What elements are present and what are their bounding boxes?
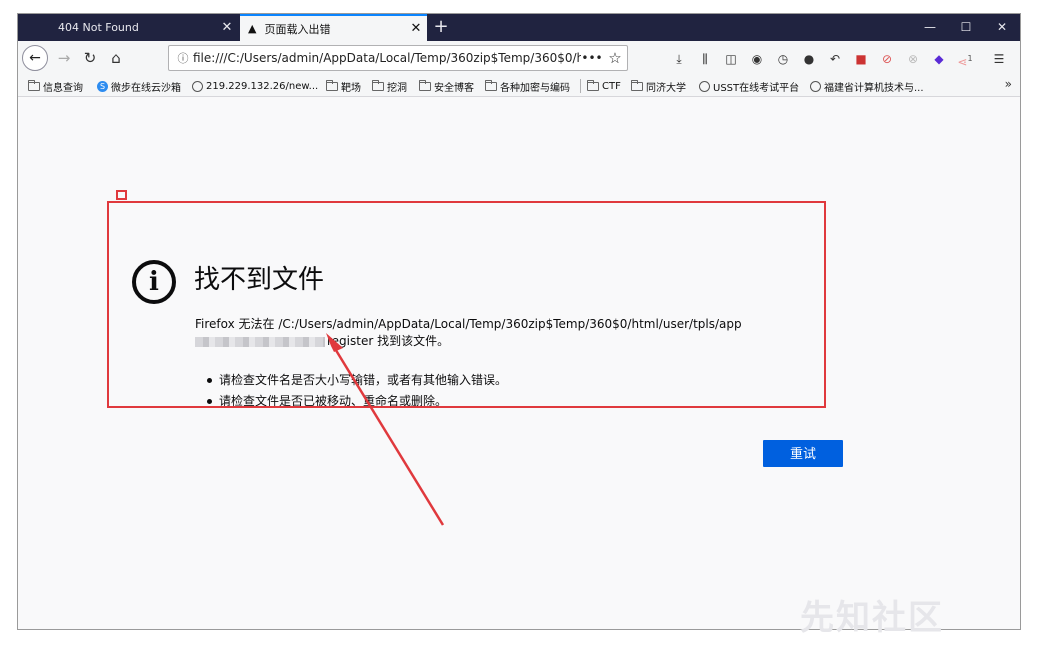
back-arrow-icon: ← <box>22 45 48 71</box>
bookmark-item[interactable]: 福建省计算机技术与... <box>810 78 924 94</box>
bookmark-separator <box>580 79 581 93</box>
tab-page-load-error[interactable]: ▲ 页面载入出错 ✕ <box>240 14 427 41</box>
bookmark-label: 挖洞 <box>387 82 407 94</box>
bookmark-item[interactable]: 各种加密与编码 <box>485 78 570 94</box>
bookmark-label: 微步在线云沙箱 <box>111 82 181 94</box>
close-window-button[interactable]: ✕ <box>984 14 1020 41</box>
folder-icon <box>419 79 431 91</box>
globe-icon <box>699 80 710 92</box>
warning-icon: ▲ <box>248 22 257 35</box>
share-icon[interactable]: ⋖1 <box>956 50 974 69</box>
blocker-icon[interactable]: ⊘ <box>878 50 896 68</box>
history-icon[interactable]: ◷ <box>774 50 792 68</box>
chat-icon[interactable]: ● <box>800 50 818 68</box>
bookmark-item[interactable]: CTF <box>587 78 621 94</box>
folder-icon <box>372 79 384 91</box>
badge-count: 1 <box>967 54 973 63</box>
bookmark-item[interactable]: 靶场 <box>326 78 361 94</box>
bookmark-label: CTF <box>602 80 621 92</box>
disabled-extension-icon[interactable]: ⊗ <box>904 50 922 68</box>
bookmark-label: 各种加密与编码 <box>500 82 570 94</box>
bookmark-item[interactable]: USST在线考试平台 <box>699 78 799 94</box>
site-info-icon[interactable]: ⓘ <box>173 50 193 66</box>
url-text[interactable]: file:///C:/Users/admin/AppData/Local/Tem… <box>193 51 581 65</box>
forward-button[interactable]: → <box>50 45 78 71</box>
globe-icon <box>192 80 203 92</box>
tab-label: 404 Not Found <box>58 21 139 34</box>
bookmark-label: 靶场 <box>341 82 361 94</box>
bookmark-star-icon[interactable]: ☆ <box>603 49 627 67</box>
list-item: 请检查文件是否已被移动、重命名或删除。 <box>205 391 507 412</box>
bookmark-label: USST在线考试平台 <box>713 82 800 94</box>
account-icon[interactable]: ◉ <box>748 50 766 68</box>
globe-icon <box>810 80 821 92</box>
bookmark-item[interactable]: 信息查询 <box>28 78 83 94</box>
list-item: 请检查文件名是否大小写输错，或者有其他输入错误。 <box>205 370 507 391</box>
bookmarks-bar: 信息查询 S 微步在线云沙箱 219.229.132.26/new... 靶场 挖… <box>18 75 1020 97</box>
folder-icon <box>631 79 643 91</box>
url-bar[interactable]: ⓘ file:///C:/Users/admin/AppData/Local/T… <box>168 45 628 71</box>
watermark: 先知社区 <box>800 598 944 638</box>
retry-button[interactable]: 重试 <box>763 440 843 467</box>
maximize-button[interactable]: ☐ <box>948 14 984 41</box>
reload-button[interactable]: ↻ <box>76 45 104 71</box>
extension-gear-icon[interactable]: ■ <box>852 50 870 68</box>
new-tab-button[interactable]: + <box>430 16 452 38</box>
bookmark-item[interactable]: S 微步在线云沙箱 <box>97 78 181 94</box>
close-icon[interactable]: ✕ <box>405 21 427 36</box>
bookmark-item[interactable]: 安全博客 <box>419 78 474 94</box>
sidebar-icon[interactable]: ◫ <box>722 50 740 68</box>
bookmark-item[interactable]: 挖洞 <box>372 78 407 94</box>
folder-icon <box>326 79 338 91</box>
error-description: Firefox 无法在 /C:/Users/admin/AppData/Loca… <box>195 316 742 350</box>
site-logo-icon: S <box>97 80 108 92</box>
redacted-text <box>195 336 325 347</box>
info-icon: i <box>132 260 176 304</box>
bookmark-label: 福建省计算机技术与... <box>824 82 924 94</box>
bookmark-item[interactable]: 219.229.132.26/new... <box>192 78 318 94</box>
bookmark-label: 安全博客 <box>434 82 474 94</box>
error-title: 找不到文件 <box>194 265 325 295</box>
folder-icon <box>28 79 40 91</box>
error-page <box>18 98 1020 629</box>
bookmark-item[interactable]: 同济大学 <box>631 78 686 94</box>
bookmarks-overflow-chevron-icon[interactable]: » <box>1005 77 1012 91</box>
home-button[interactable]: ⌂ <box>102 45 130 71</box>
menu-icon[interactable]: ☰ <box>990 50 1008 68</box>
download-icon[interactable]: ⤓ <box>670 50 688 68</box>
undo-icon[interactable]: ↶ <box>826 50 844 68</box>
layers-icon[interactable]: ◆ <box>930 50 948 68</box>
minimize-button[interactable]: — <box>912 14 948 41</box>
tab-label: 页面载入出错 <box>264 22 331 36</box>
folder-icon <box>485 79 497 91</box>
navigation-bar: ← → ↻ ⌂ ⓘ file:///C:/Users/admin/AppData… <box>18 41 1020 75</box>
error-suggestions: 请检查文件名是否大小写输错，或者有其他输入错误。 请检查文件是否已被移动、重命名… <box>205 370 507 412</box>
error-description-line2-text: register 找到该文件。 <box>327 334 450 348</box>
error-description-line1: Firefox 无法在 /C:/Users/admin/AppData/Loca… <box>195 317 742 331</box>
bookmark-label: 信息查询 <box>43 82 83 94</box>
bookmark-label: 同济大学 <box>646 82 686 94</box>
close-icon[interactable]: ✕ <box>216 20 238 35</box>
page-actions-button[interactable]: ••• <box>581 51 603 65</box>
bookmark-label: 219.229.132.26/new... <box>206 80 319 92</box>
folder-icon <box>587 79 599 91</box>
back-button[interactable]: ← <box>21 45 49 71</box>
tab-404-not-found[interactable]: 404 Not Found ✕ <box>50 14 238 41</box>
error-description-line2: register 找到该文件。 <box>195 333 742 350</box>
tab-bar: 404 Not Found ✕ ▲ 页面载入出错 ✕ + — ☐ ✕ <box>18 14 1020 41</box>
library-icon[interactable]: ⫼ <box>696 50 714 68</box>
